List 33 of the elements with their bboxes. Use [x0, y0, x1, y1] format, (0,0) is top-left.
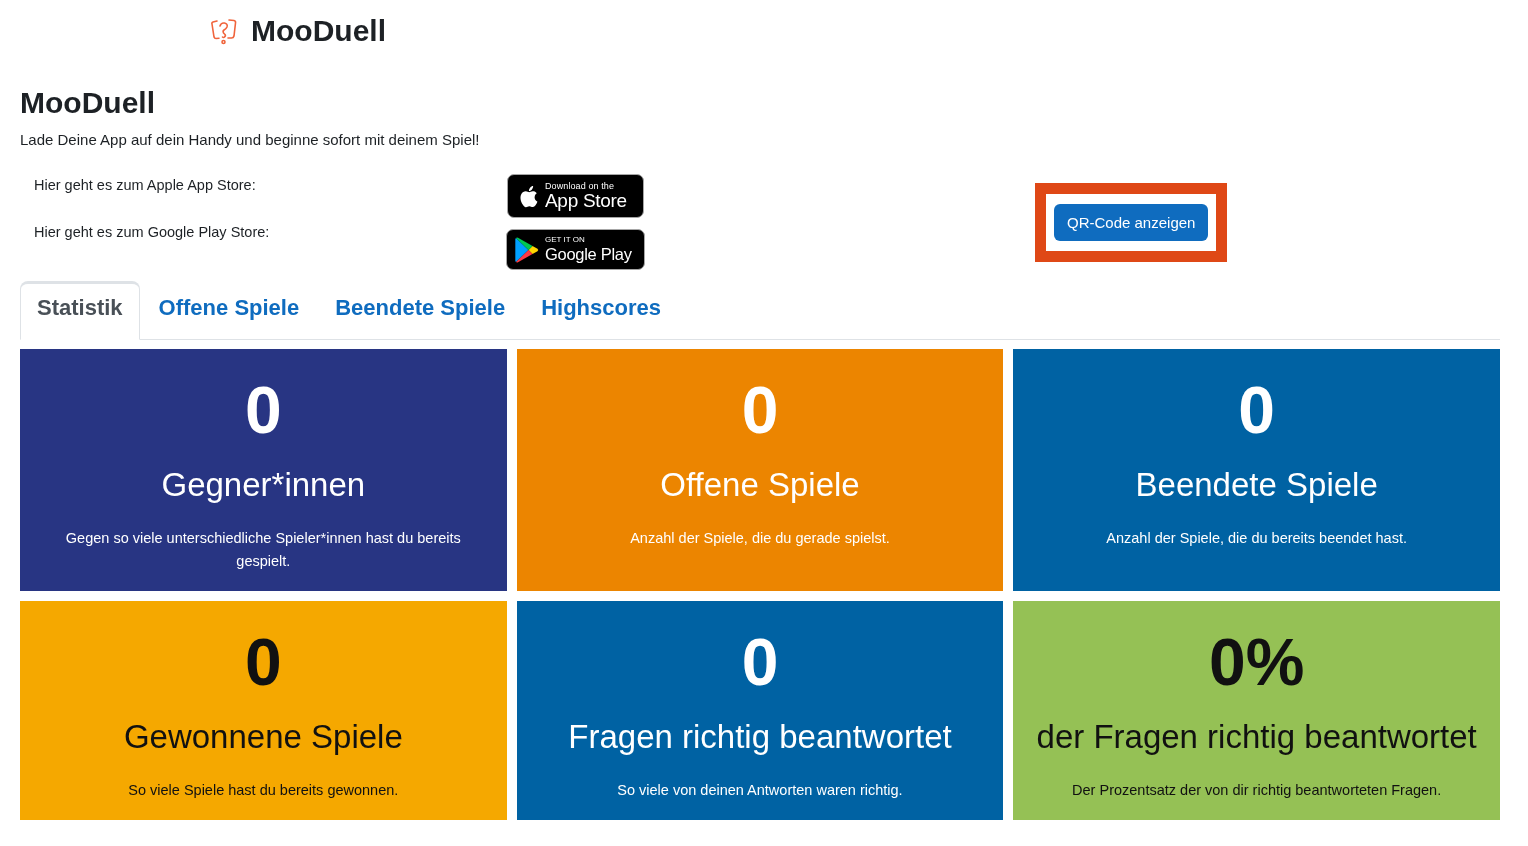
apple-icon: [519, 184, 538, 208]
store-label: Hier geht es zum Google Play Store:: [34, 223, 271, 242]
stat-title: Gegner*innen: [160, 465, 367, 505]
stat-title: der Fragen richtig beantwortet: [1035, 717, 1478, 757]
stat-description: Anzahl der Spiele, die du gerade spielst.: [629, 529, 891, 548]
stat-description: Der Prozentsatz der von dir richtig beantworteten Fragen.: [1071, 781, 1443, 800]
stat-description: Anzahl der Spiele, die du bereits beendet hast.: [1105, 529, 1408, 548]
stat-value: 0: [1237, 372, 1276, 449]
page-title: MooDuell: [20, 85, 156, 121]
stat-value: 0: [243, 624, 283, 701]
tab[interactable]: Highscores: [524, 281, 678, 340]
stat-title: Fragen richtig beantwortet: [567, 717, 953, 757]
stat-description: So viele Spiele hast du bereits gewonnen.: [127, 781, 400, 800]
store-label: Hier geht es zum Apple App Store:: [34, 176, 257, 195]
tab[interactable]: Beendete Spiele: [318, 281, 523, 340]
stat-title: Beendete Spiele: [1134, 465, 1379, 505]
logo-icon: [210, 17, 238, 45]
stat-title: Gewonnene Spiele: [122, 717, 404, 757]
brand-name: MooDuell: [251, 13, 386, 49]
tab[interactable]: Statistik: [20, 281, 140, 340]
play-triangle-icon: [515, 236, 539, 263]
stat-value: 0: [243, 372, 283, 449]
tab[interactable]: Offene Spiele: [141, 281, 317, 340]
stat-value: 0: [740, 624, 780, 701]
qr-code-button[interactable]: QR-Code anzeigen: [1054, 203, 1209, 241]
stat-description: So viele von deinen Antworten waren richtig.: [616, 781, 904, 800]
stat-title: Offene Spiele: [659, 465, 861, 505]
stat-value: 0: [740, 372, 780, 449]
app-store-badge[interactable]: Download on the App Store: [507, 174, 644, 218]
intro-text: Lade Deine App auf dein Handy und beginne sofort mit deinem Spiel!: [20, 130, 481, 150]
stat-value: 0%: [1207, 624, 1306, 701]
google-play-badge[interactable]: GET IT ON Google Play: [506, 229, 645, 270]
stat-description: Gegen so viele unterschiedliche Spieler*innen hast du bereits gespielt.: [64, 529, 462, 571]
